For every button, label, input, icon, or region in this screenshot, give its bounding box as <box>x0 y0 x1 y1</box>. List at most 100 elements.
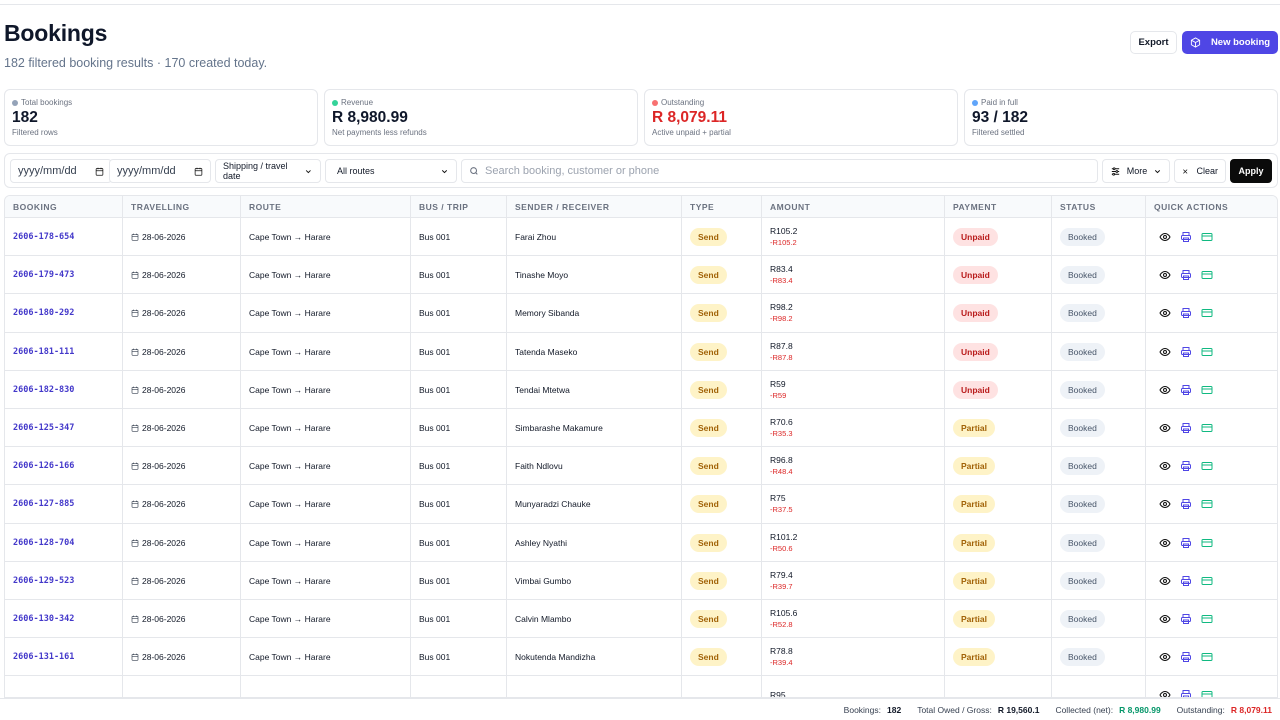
type-badge: Send <box>690 380 727 399</box>
eye-icon[interactable] <box>1159 460 1171 472</box>
column-header[interactable]: PAYMENT <box>945 196 1052 218</box>
card-icon[interactable] <box>1201 651 1213 663</box>
printer-icon[interactable] <box>1180 422 1192 434</box>
new-booking-button[interactable]: New booking <box>1182 31 1278 54</box>
card-icon[interactable] <box>1201 422 1213 434</box>
more-filters-button[interactable]: More <box>1102 159 1170 183</box>
eye-icon[interactable] <box>1159 384 1171 396</box>
eye-icon[interactable] <box>1159 307 1171 319</box>
printer-icon[interactable] <box>1180 231 1192 243</box>
eye-icon[interactable] <box>1159 346 1171 358</box>
column-header[interactable]: BUS / TRIP <box>411 196 507 218</box>
column-header[interactable]: ROUTE <box>241 196 411 218</box>
printer-icon[interactable] <box>1180 346 1192 358</box>
printer-icon[interactable] <box>1180 537 1192 549</box>
apply-button[interactable]: Apply <box>1230 159 1272 183</box>
table-row[interactable]: 2606-130-342 28-06-2026 Cape Town → Harare… <box>5 600 1277 639</box>
table-cell: Booked <box>1052 370 1146 409</box>
export-button[interactable]: Export <box>1130 31 1177 54</box>
table-cell <box>1146 333 1277 371</box>
amount-value: R59 <box>770 378 786 389</box>
column-header[interactable]: STATUS <box>1052 196 1146 218</box>
table-cell: 28-06-2026 <box>123 294 241 333</box>
column-header[interactable]: AMOUNT <box>762 196 945 218</box>
printer-icon[interactable] <box>1180 460 1192 472</box>
table-row[interactable]: 2606-125-347 28-06-2026 Cape Town → Harare… <box>5 409 1277 448</box>
eye-icon[interactable] <box>1159 575 1171 587</box>
booking-link[interactable]: 2606-128-704 <box>13 538 74 548</box>
card-icon[interactable] <box>1201 307 1213 319</box>
table-row[interactable]: 2606-179-473 28-06-2026 Cape Town → Harare… <box>5 256 1277 295</box>
stat-label: Revenue <box>332 98 630 107</box>
booking-link[interactable]: 2606-126-166 <box>13 461 74 471</box>
printer-icon[interactable] <box>1180 269 1192 281</box>
printer-icon[interactable] <box>1180 384 1192 396</box>
card-icon[interactable] <box>1201 269 1213 281</box>
column-header[interactable]: TRAVELLING <box>123 196 241 218</box>
card-icon[interactable] <box>1201 460 1213 472</box>
table-row[interactable]: 2606-126-166 28-06-2026 Cape Town → Harare… <box>5 447 1277 486</box>
amount-due: -R50.6 <box>770 543 793 553</box>
table-row[interactable]: 2606-178-654 28-06-2026 Cape Town → Harare… <box>5 218 1277 257</box>
card-icon[interactable] <box>1201 537 1213 549</box>
printer-icon[interactable] <box>1180 498 1192 510</box>
table-cell: Booked <box>1052 294 1146 333</box>
table-row[interactable]: 2606-181-111 28-06-2026 Cape Town → Harare… <box>5 332 1277 371</box>
table-row[interactable]: 2606-127-885 28-06-2026 Cape Town → Harare… <box>5 485 1277 524</box>
printer-icon[interactable] <box>1180 651 1192 663</box>
card-icon[interactable] <box>1201 346 1213 358</box>
booking-link[interactable]: 2606-131-161 <box>13 652 74 662</box>
card-icon[interactable] <box>1201 384 1213 396</box>
card-icon[interactable] <box>1201 689 1213 698</box>
printer-icon[interactable] <box>1180 575 1192 587</box>
booking-link[interactable]: 2606-127-885 <box>13 499 74 509</box>
date-to-input[interactable]: yyyy/mm/dd <box>109 159 211 183</box>
table-header: BOOKING TRAVELLING ROUTE BUS / TRIP SEND… <box>5 196 1277 218</box>
date-type-select[interactable]: Shipping / travel date <box>215 159 321 183</box>
card-icon[interactable] <box>1201 613 1213 625</box>
footer-owed-value: R 19,560.1 <box>997 704 1040 715</box>
booking-link[interactable]: 2606-181-111 <box>13 347 74 357</box>
routes-select[interactable]: All routes <box>325 159 457 183</box>
date-from-input[interactable]: yyyy/mm/dd <box>10 159 112 183</box>
column-header[interactable]: SENDER / RECEIVER <box>507 196 682 218</box>
clear-button[interactable]: Clear <box>1174 159 1226 183</box>
table-cell: Send <box>682 218 762 256</box>
eye-icon[interactable] <box>1159 422 1171 434</box>
eye-icon[interactable] <box>1159 269 1171 281</box>
eye-icon[interactable] <box>1159 689 1171 698</box>
table-row[interactable]: 2606-131-161 28-06-2026 Cape Town → Harare… <box>5 638 1277 677</box>
booking-link[interactable]: 2606-182-830 <box>13 385 74 395</box>
printer-icon[interactable] <box>1180 307 1192 319</box>
column-header[interactable]: BOOKING <box>5 196 123 218</box>
printer-icon[interactable] <box>1180 613 1192 625</box>
booking-link[interactable]: 2606-178-654 <box>13 232 74 242</box>
table-row[interactable]: 2606-129-523 28-06-2026 Cape Town → Harare… <box>5 561 1277 600</box>
column-header[interactable]: TYPE <box>682 196 762 218</box>
table-cell: Send <box>682 409 762 447</box>
table-row[interactable]: 2606-180-292 28-06-2026 Cape Town → Harare… <box>5 294 1277 333</box>
table-cell: Bus 001 <box>411 638 507 677</box>
booking-link[interactable]: 2606-125-347 <box>13 423 74 433</box>
sender-name: Simbarashe Makamure <box>515 423 603 433</box>
route-text: Cape Town → Harare <box>249 537 331 548</box>
eye-icon[interactable] <box>1159 613 1171 625</box>
printer-icon[interactable] <box>1180 689 1192 698</box>
booking-link[interactable]: 2606-130-342 <box>13 614 74 624</box>
card-icon[interactable] <box>1201 498 1213 510</box>
search-input[interactable]: Search booking, customer or phone <box>461 159 1098 183</box>
eye-icon[interactable] <box>1159 231 1171 243</box>
card-icon[interactable] <box>1201 575 1213 587</box>
eye-icon[interactable] <box>1159 498 1171 510</box>
stats-row: Total bookings 182 Filtered rows Revenue… <box>4 89 1278 146</box>
booking-link[interactable]: 2606-179-473 <box>13 270 74 280</box>
card-icon[interactable] <box>1201 231 1213 243</box>
booking-link[interactable]: 2606-180-292 <box>13 308 74 318</box>
booking-link[interactable]: 2606-129-523 <box>13 576 74 586</box>
table-row[interactable]: R95 <box>5 676 1277 698</box>
table-row[interactable]: 2606-182-830 28-06-2026 Cape Town → Harare… <box>5 370 1277 409</box>
table-row[interactable]: 2606-128-704 28-06-2026 Cape Town → Harare… <box>5 523 1277 562</box>
eye-icon[interactable] <box>1159 537 1171 549</box>
table-cell: Send <box>682 485 762 524</box>
eye-icon[interactable] <box>1159 651 1171 663</box>
